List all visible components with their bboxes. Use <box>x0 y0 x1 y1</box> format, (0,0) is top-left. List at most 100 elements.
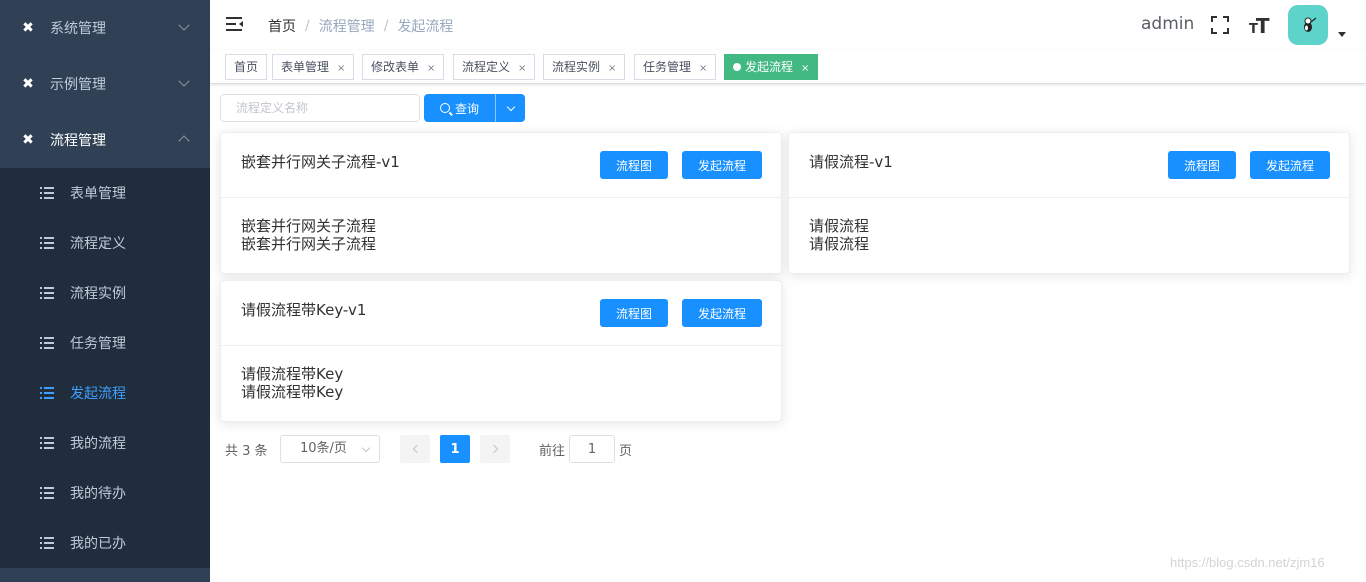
sidebar-item-task-manage[interactable]: 任务管理 <box>0 318 210 368</box>
list-icon <box>40 537 54 549</box>
menu-process[interactable]: ✖ 流程管理 <box>0 112 210 168</box>
flowchart-button[interactable]: 流程图 <box>1168 151 1236 179</box>
sidebar: ✖ 系统管理 ✖ 示例管理 ✖ 流程管理 表单管理 流程定义 流程实例 任务管理 <box>0 0 210 582</box>
size-icon-big: T <box>1255 14 1270 38</box>
start-process-button[interactable]: 发起流程 <box>682 299 762 327</box>
sidebar-item-label: 我的已办 <box>70 536 126 552</box>
breadcrumb-separator: / <box>383 18 389 34</box>
tag-label: 首页 <box>234 60 259 74</box>
sidebar-item-form-manage[interactable]: 表单管理 <box>0 168 210 218</box>
search-button-main[interactable]: 查询 <box>424 94 496 122</box>
start-process-button[interactable]: 发起流程 <box>1250 151 1330 179</box>
process-card: 嵌套并行网关子流程-v1 流程图 发起流程 嵌套并行网关子流程 嵌套并行网关子流… <box>220 132 782 274</box>
avatar-image-icon <box>1304 17 1317 32</box>
tag-form-manage[interactable]: 表单管理 × <box>272 54 355 80</box>
user-name: admin <box>1141 14 1195 34</box>
search-button-label: 查询 <box>454 101 479 116</box>
card-title: 请假流程-v1 <box>809 153 893 171</box>
search-input[interactable] <box>220 94 420 122</box>
search-button[interactable]: 查询 <box>424 94 525 122</box>
search-dropdown-toggle[interactable] <box>496 94 525 122</box>
sidebar-item-my-done[interactable]: 我的已办 <box>0 518 210 568</box>
goto-label: 前往 <box>539 444 566 459</box>
tag-label: 流程定义 <box>462 60 511 74</box>
watermark: https://blog.csdn.net/zjm16 <box>1170 555 1325 570</box>
size-icon-small: T <box>1249 22 1258 37</box>
card-body: 请假流程 请假流程 <box>789 198 1349 272</box>
prev-page-button[interactable] <box>400 435 430 463</box>
list-icon <box>40 437 54 449</box>
breadcrumb-process-manage[interactable]: 流程管理 <box>319 16 375 36</box>
tags-view: 首页 表单管理 × 修改表单 × 流程定义 × 流程实例 × 任务管理 × 发起流程 × <box>210 50 1366 84</box>
menu-label: 示例管理 <box>50 77 106 93</box>
page-unit-label: 页 <box>619 444 633 459</box>
list-icon <box>40 287 54 299</box>
tag-label: 发起流程 <box>745 60 794 74</box>
menu-system[interactable]: ✖ 系统管理 <box>0 0 210 56</box>
close-icon[interactable]: × <box>427 63 435 74</box>
card-header: 请假流程-v1 流程图 发起流程 <box>789 133 1349 198</box>
menu-label: 流程管理 <box>50 133 106 149</box>
hamburger-icon[interactable] <box>226 16 244 32</box>
tag-label: 流程实例 <box>552 60 601 74</box>
process-card: 请假流程带Key-v1 流程图 发起流程 请假流程带Key 请假流程带Key <box>220 280 782 422</box>
tag-edit-form[interactable]: 修改表单 × <box>362 54 445 80</box>
close-icon[interactable]: × <box>699 63 707 74</box>
card-title: 嵌套并行网关子流程-v1 <box>241 153 400 171</box>
chevron-down-icon <box>178 75 190 87</box>
tag-start-process[interactable]: 发起流程 × <box>724 54 819 80</box>
sidebar-item-label: 流程定义 <box>70 236 126 252</box>
tag-task-manage[interactable]: 任务管理 × <box>634 54 717 80</box>
chevron-down-icon <box>178 19 190 31</box>
flowchart-button[interactable]: 流程图 <box>600 299 668 327</box>
page-size-select[interactable]: 10条/页 <box>280 435 380 463</box>
tag-process-definition[interactable]: 流程定义 × <box>453 54 536 80</box>
tag-home[interactable]: 首页 <box>225 54 268 80</box>
process-card: 请假流程-v1 流程图 发起流程 请假流程 请假流程 <box>788 132 1350 274</box>
list-icon <box>40 337 54 349</box>
tools-icon: ✖ <box>22 20 34 36</box>
flowchart-button[interactable]: 流程图 <box>600 151 668 179</box>
tag-label: 任务管理 <box>643 60 692 74</box>
sidebar-item-process-instance[interactable]: 流程实例 <box>0 268 210 318</box>
pagination-total: 共 3 条 <box>225 444 268 459</box>
card-line: 请假流程 <box>809 235 870 253</box>
sidebar-item-process-definition[interactable]: 流程定义 <box>0 218 210 268</box>
card-body: 嵌套并行网关子流程 嵌套并行网关子流程 <box>221 198 781 272</box>
breadcrumb-home[interactable]: 首页 <box>268 16 296 36</box>
page-number-current[interactable]: 1 <box>440 435 470 463</box>
close-icon[interactable]: × <box>337 63 345 74</box>
sidebar-item-my-todo[interactable]: 我的待办 <box>0 468 210 518</box>
card-header: 嵌套并行网关子流程-v1 流程图 发起流程 <box>221 133 781 198</box>
close-icon[interactable]: × <box>801 63 809 74</box>
tag-process-instance[interactable]: 流程实例 × <box>543 54 626 80</box>
close-icon[interactable]: × <box>518 63 526 74</box>
chevron-up-icon <box>178 135 190 147</box>
breadcrumb-separator: / <box>305 18 310 34</box>
card-line: 嵌套并行网关子流程 <box>241 235 377 253</box>
list-icon <box>40 237 54 249</box>
active-dot-icon <box>733 63 741 71</box>
sidebar-item-start-process[interactable]: 发起流程 <box>0 368 210 418</box>
fullscreen-icon[interactable] <box>1211 16 1229 34</box>
card-line: 请假流程 <box>809 217 870 235</box>
start-process-button[interactable]: 发起流程 <box>682 151 762 179</box>
card-line: 嵌套并行网关子流程 <box>241 217 377 235</box>
card-body: 请假流程带Key 请假流程带Key <box>221 346 781 420</box>
close-icon[interactable]: × <box>608 63 616 74</box>
search-icon <box>439 103 450 113</box>
sidebar-item-my-process[interactable]: 我的流程 <box>0 418 210 468</box>
font-size-icon[interactable]: TT <box>1249 14 1270 38</box>
avatar[interactable] <box>1288 5 1328 45</box>
navbar: 首页 / 流程管理 / 发起流程 admin TT <box>210 0 1366 50</box>
chevron-left-icon <box>412 444 421 454</box>
chevron-down-icon <box>506 102 515 111</box>
caret-down-icon[interactable] <box>1338 32 1346 37</box>
goto-page-input[interactable] <box>569 435 615 463</box>
sidebar-item-label: 发起流程 <box>70 386 126 402</box>
card-header: 请假流程带Key-v1 流程图 发起流程 <box>221 281 781 346</box>
list-icon <box>40 187 54 199</box>
menu-example[interactable]: ✖ 示例管理 <box>0 56 210 112</box>
next-page-button[interactable] <box>480 435 510 463</box>
breadcrumb: 首页 / 流程管理 / 发起流程 <box>268 16 453 36</box>
